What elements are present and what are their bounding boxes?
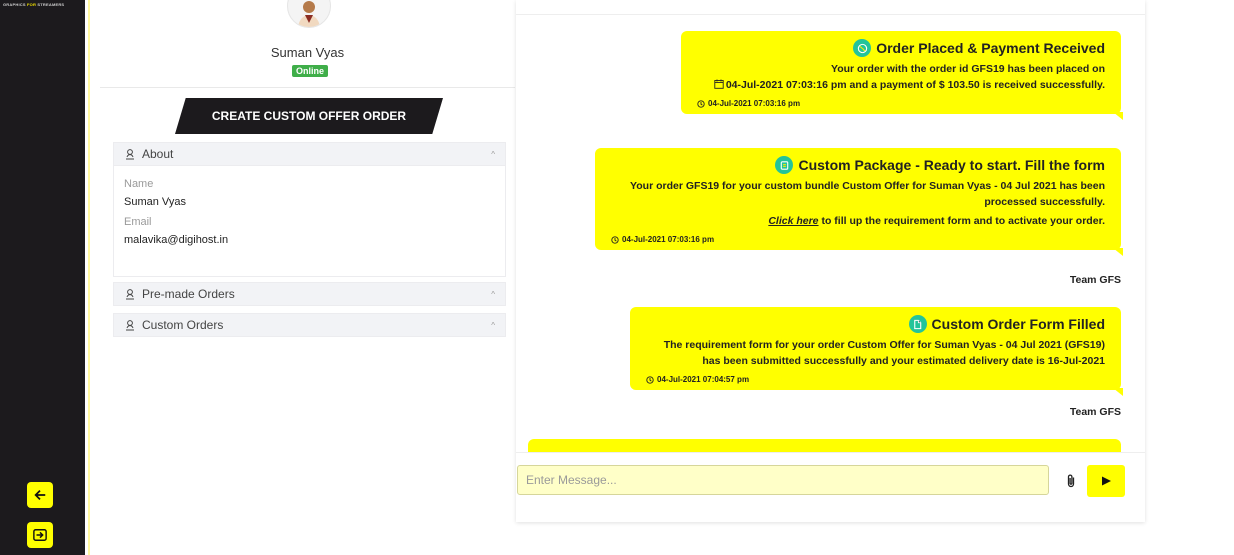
message-title: Order Placed & Payment Received — [876, 40, 1105, 56]
left-rail: GRAPHICS FOR STREAMERS — [0, 0, 85, 555]
chevron-up-icon: ^ — [491, 149, 495, 159]
back-arrow-icon — [34, 490, 46, 500]
create-custom-offer-button[interactable]: CREATE CUSTOM OFFER ORDER — [175, 98, 443, 134]
custom-orders-title: Custom Orders — [142, 318, 224, 332]
create-custom-offer-label: CREATE CUSTOM OFFER ORDER — [211, 109, 407, 123]
fill-form-link[interactable]: Click here — [768, 215, 818, 227]
paperclip-icon[interactable] — [1064, 473, 1078, 489]
premade-orders-title: Pre-made Orders — [142, 287, 235, 301]
message-timestamp: 04-Jul-2021 07:03:16 pm — [708, 99, 801, 108]
clock-icon — [697, 99, 705, 108]
user-avatar-icon — [298, 1, 320, 27]
email-value: malavika@digihost.in — [124, 234, 229, 246]
chevron-up-icon: ^ — [491, 320, 495, 330]
message-title: Custom Package - Ready to start. Fill th… — [798, 157, 1105, 173]
message-composer — [516, 452, 1145, 522]
rail-divider — [88, 0, 90, 555]
clock-icon — [646, 375, 654, 384]
message-timestamp: 04-Jul-2021 07:04:57 pm — [657, 375, 750, 384]
name-label: Name — [124, 178, 154, 190]
about-header[interactable]: About ^ — [113, 142, 506, 166]
chat-panel: Order Placed & Payment Received Your ord… — [516, 0, 1145, 522]
message-form-filled: Custom Order Form Filled The requirement… — [630, 307, 1123, 396]
back-button[interactable] — [27, 482, 53, 508]
user-icon — [124, 288, 136, 300]
package-icon — [775, 156, 794, 174]
logout-button[interactable] — [27, 522, 53, 548]
message-text: Your order with the order id GFS19 has b… — [830, 63, 1105, 75]
custom-orders-header[interactable]: Custom Orders ^ — [113, 313, 506, 337]
document-icon — [908, 315, 927, 333]
message-list[interactable]: Order Placed & Payment Received Your ord… — [516, 15, 1145, 452]
user-icon — [124, 148, 136, 160]
globe-icon — [853, 39, 872, 57]
premade-orders-section: Pre-made Orders ^ — [113, 282, 506, 306]
about-title: About — [142, 147, 174, 161]
chevron-up-icon: ^ — [491, 289, 495, 299]
send-icon — [1102, 476, 1111, 486]
message-title: Custom Order Form Filled — [931, 316, 1105, 332]
name-value: Suman Vyas — [124, 196, 186, 208]
brand-logo: GRAPHICS FOR STREAMERS — [3, 2, 65, 7]
message-text: The requirement form for your order Cust… — [663, 339, 1105, 351]
message-order-placed: Order Placed & Payment Received Your ord… — [681, 31, 1123, 120]
avatar — [287, 0, 331, 28]
user-name: Suman Vyas — [270, 45, 345, 60]
message-input[interactable] — [517, 465, 1049, 495]
message-text: to fill up the requirement form and to a… — [818, 215, 1105, 227]
divider — [100, 87, 515, 88]
message-text: has been submitted successfully and your… — [702, 355, 1105, 367]
sign-out-icon — [33, 529, 47, 541]
message-partial — [528, 439, 1121, 452]
calendar-icon — [714, 79, 724, 89]
message-text: Your order GFS19 for your custom bundle … — [630, 180, 1105, 192]
email-label: Email — [124, 216, 152, 228]
clock-icon — [611, 235, 619, 244]
message-text: 04-Jul-2021 07:03:16 pm and a payment of… — [725, 79, 1105, 91]
message-timestamp: 04-Jul-2021 07:03:16 pm — [622, 235, 715, 244]
custom-orders-section: Custom Orders ^ — [113, 313, 506, 337]
user-icon — [124, 319, 136, 331]
about-section: About ^ Name Suman Vyas Email malavika@d… — [113, 142, 506, 277]
message-signature: Team GFS — [1069, 406, 1121, 418]
premade-orders-header[interactable]: Pre-made Orders ^ — [113, 282, 506, 306]
send-button[interactable] — [1087, 465, 1125, 497]
profile-panel: Suman Vyas Online CREATE CUSTOM OFFER OR… — [100, 0, 515, 555]
status-badge: Online — [292, 65, 329, 77]
message-custom-package: Custom Package - Ready to start. Fill th… — [595, 148, 1123, 256]
message-text: processed successfully. — [984, 196, 1105, 208]
message-signature: Team GFS — [1069, 274, 1121, 286]
about-body: Name Suman Vyas Email malavika@digihost.… — [113, 166, 506, 277]
